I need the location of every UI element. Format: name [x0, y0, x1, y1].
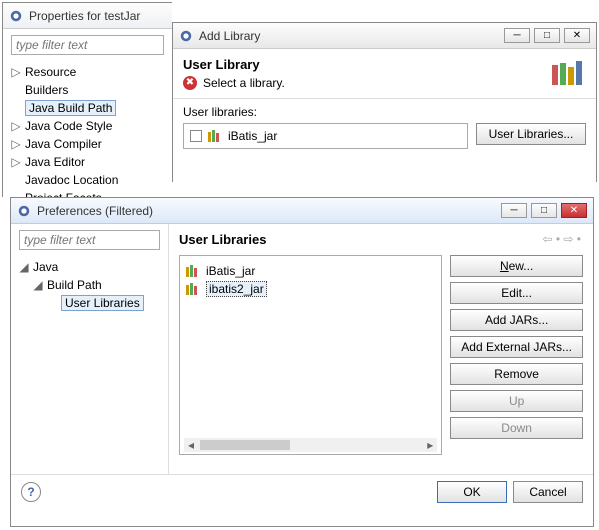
tree-item[interactable]: Builders	[25, 83, 68, 97]
tree-item[interactable]: Build Path	[47, 278, 102, 292]
dialog-footer: ? OK Cancel	[11, 474, 593, 509]
user-libraries-button[interactable]: User Libraries...	[476, 123, 586, 145]
window-title: Preferences (Filtered)	[37, 204, 501, 218]
close-button[interactable]: ✕	[564, 28, 590, 43]
libraries-list[interactable]: iBatis_jar ibatis2_jar ◂▸	[179, 255, 442, 455]
titlebar[interactable]: Add Library ─ □ ✕	[173, 23, 596, 49]
cancel-button[interactable]: Cancel	[513, 481, 583, 503]
user-libraries-list[interactable]: iBatis_jar	[183, 123, 468, 149]
tree-item[interactable]: Javadoc Location	[25, 173, 118, 187]
properties-window: Properties for testJar ▷Resource Builder…	[2, 2, 172, 197]
down-button[interactable]: Down	[450, 417, 583, 439]
minimize-button[interactable]: ─	[501, 203, 527, 218]
list-label: User libraries:	[183, 105, 586, 119]
error-icon: ✖	[183, 76, 197, 90]
tree-item-selected[interactable]: Java Build Path	[25, 100, 116, 116]
nav-arrows[interactable]: ⇦ • ⇨ •	[542, 232, 581, 246]
tree-item-selected[interactable]: User Libraries	[61, 295, 144, 311]
new-button[interactable]: New...	[450, 255, 583, 277]
tree-item[interactable]: Java Editor	[25, 155, 85, 169]
eclipse-icon	[17, 204, 31, 218]
dialog-heading: User Library	[183, 57, 285, 72]
error-text: Select a library.	[203, 76, 285, 90]
up-button[interactable]: Up	[450, 390, 583, 412]
filter-box	[11, 35, 164, 55]
window-title: Properties for testJar	[29, 9, 166, 23]
close-button[interactable]: ✕	[561, 203, 587, 218]
library-banner-icon	[550, 59, 586, 89]
eclipse-icon	[179, 29, 193, 43]
add-external-jars-button[interactable]: Add External JARs...	[450, 336, 583, 358]
tree-item[interactable]: Java Compiler	[25, 137, 102, 151]
filter-input[interactable]	[19, 230, 160, 250]
list-item-selected[interactable]: ibatis2_jar	[206, 281, 267, 297]
category-panel: ◢Java ◢Build Path User Libraries	[11, 224, 169, 474]
content-panel: ⇦ • ⇨ • User Libraries iBatis_jar ibatis…	[169, 224, 593, 474]
dialog-header: User Library ✖ Select a library.	[173, 49, 596, 99]
page-heading: User Libraries	[179, 232, 583, 247]
minimize-button[interactable]: ─	[504, 28, 530, 43]
maximize-button[interactable]: □	[531, 203, 557, 218]
add-jars-button[interactable]: Add JARs...	[450, 309, 583, 331]
eclipse-icon	[9, 9, 23, 23]
library-icon	[208, 130, 222, 142]
tree-item[interactable]: Java Code Style	[25, 119, 112, 133]
add-library-window: Add Library ─ □ ✕ User Library ✖ Select a…	[172, 22, 597, 182]
category-tree[interactable]: ▷Resource Builders Java Build Path ▷Java…	[3, 61, 172, 209]
titlebar[interactable]: Preferences (Filtered) ─ □ ✕	[11, 198, 593, 224]
maximize-button[interactable]: □	[534, 28, 560, 43]
filter-input[interactable]	[11, 35, 164, 55]
tree-item[interactable]: Java	[33, 260, 58, 274]
remove-button[interactable]: Remove	[450, 363, 583, 385]
checkbox[interactable]	[190, 130, 202, 142]
ok-button[interactable]: OK	[437, 481, 507, 503]
window-title: Add Library	[199, 29, 504, 43]
library-icon	[186, 283, 200, 295]
list-item[interactable]: iBatis_jar	[228, 129, 277, 143]
titlebar[interactable]: Properties for testJar	[3, 3, 172, 29]
edit-button[interactable]: Edit...	[450, 282, 583, 304]
preferences-window: Preferences (Filtered) ─ □ ✕ ◢Java ◢Buil…	[10, 197, 594, 527]
horizontal-scrollbar[interactable]: ◂▸	[184, 438, 437, 452]
library-icon	[186, 265, 200, 277]
action-button-column: New... Edit... Add JARs... Add External …	[450, 255, 583, 455]
list-item[interactable]: iBatis_jar	[206, 264, 255, 278]
tree-item[interactable]: Resource	[25, 65, 76, 79]
help-button[interactable]: ?	[21, 482, 41, 502]
